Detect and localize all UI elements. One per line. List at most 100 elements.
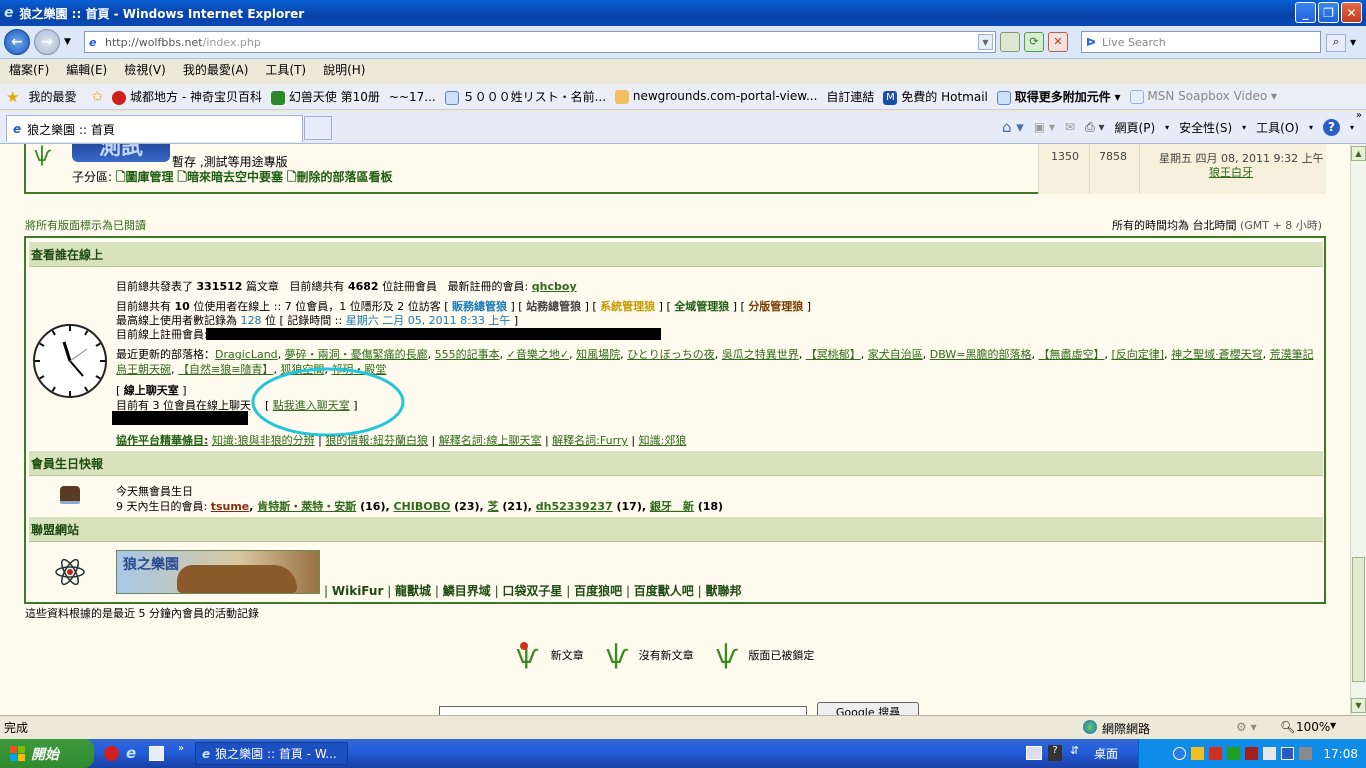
google-search-input[interactable] bbox=[439, 706, 807, 715]
vertical-scrollbar[interactable]: ▲ ▼ bbox=[1350, 144, 1366, 715]
blog-link[interactable]: DragicLand bbox=[215, 348, 278, 361]
group-link[interactable]: 站務總管狼 bbox=[526, 300, 581, 313]
group-link[interactable]: 分版管理狼 bbox=[748, 300, 803, 313]
scroll-down-button[interactable]: ▼ bbox=[1351, 698, 1366, 713]
quicklaunch-more-icon[interactable]: » bbox=[178, 743, 184, 754]
scroll-thumb[interactable] bbox=[1352, 557, 1365, 682]
fav-item-6[interactable]: M 免費的 Hotmail bbox=[883, 88, 988, 105]
tray-more-icon[interactable]: ⇵ bbox=[1070, 744, 1079, 757]
zoom-level[interactable]: 100% bbox=[1296, 720, 1330, 734]
quicklaunch-ie-icon[interactable]: e bbox=[126, 744, 136, 762]
network-icon[interactable] bbox=[1281, 747, 1295, 760]
fav-item-7[interactable]: 取得更多附加元件 ▾ bbox=[996, 88, 1121, 105]
minimize-button[interactable]: _ bbox=[1295, 2, 1316, 23]
blog-link[interactable]: 【冥桃郁】 bbox=[806, 348, 861, 361]
league-site-link[interactable]: 龍獸城 bbox=[395, 584, 431, 598]
menu-tools[interactable]: 工具(T) bbox=[265, 61, 306, 78]
partner-link[interactable]: 狼的情報:紐芬蘭白狼 bbox=[325, 434, 428, 447]
birthday-member-link[interactable]: tsume bbox=[211, 500, 250, 513]
add-favorite-icon[interactable]: ✩ bbox=[91, 89, 103, 105]
partner-link[interactable]: 知識:狼與非狼的分辨 bbox=[212, 434, 315, 447]
search-options-icon[interactable]: ▼ bbox=[1350, 38, 1356, 47]
refresh-icon[interactable]: ⟳ bbox=[1024, 32, 1044, 52]
tray-icon[interactable] bbox=[1227, 747, 1241, 760]
cmd-safety[interactable]: 安全性(S) bbox=[1179, 119, 1232, 136]
address-bar[interactable]: e http://wolfbbs.net/index.php ▼ bbox=[84, 31, 996, 53]
address-dropdown-icon[interactable]: ▼ bbox=[978, 34, 993, 50]
blog-link[interactable]: DBW=黑膽的部落格 bbox=[930, 348, 1032, 361]
blog-link[interactable]: 烏王朝天碗 bbox=[116, 363, 171, 376]
menu-file[interactable]: 檔案(F) bbox=[9, 61, 49, 78]
mark-all-read-link[interactable]: 將所有版面標示為已閱讀 bbox=[25, 217, 146, 233]
stop-icon[interactable]: ✕ bbox=[1048, 32, 1068, 52]
blog-link[interactable]: 知風場院 bbox=[576, 348, 620, 361]
blog-link[interactable]: 荒漠筆記 bbox=[1270, 348, 1314, 361]
subforum-link[interactable]: 🗋暗來暗去空中要塞 bbox=[177, 170, 283, 184]
online-header[interactable]: 查看誰在線上 bbox=[29, 241, 1323, 267]
menu-help[interactable]: 說明(H) bbox=[323, 61, 365, 78]
fav-item-0[interactable]: 城都地方 - 神奇宝贝百科 bbox=[112, 88, 262, 105]
back-button[interactable]: ← bbox=[4, 29, 30, 55]
tray-icon[interactable] bbox=[1245, 747, 1259, 760]
favorites-button[interactable]: 我的最愛 bbox=[28, 88, 76, 105]
favorites-star-icon[interactable]: ★ bbox=[6, 88, 19, 106]
blog-link[interactable]: 家犬自治區 bbox=[868, 348, 923, 361]
language-bar-icon[interactable] bbox=[1026, 746, 1042, 760]
quicklaunch-opera-icon[interactable] bbox=[104, 746, 119, 761]
home-icon[interactable]: ⌂ ▾ bbox=[1002, 118, 1024, 136]
blog-link[interactable]: 夢碎・兩洞・憂傷緊痛的長廊 bbox=[285, 348, 428, 361]
tab-current[interactable]: e 狼之樂園 :: 首頁 bbox=[6, 115, 303, 142]
scroll-up-button[interactable]: ▲ bbox=[1351, 146, 1366, 161]
blog-link[interactable]: 神之聖域‧蒼櫻天穹 bbox=[1171, 348, 1263, 361]
zoom-dropdown-icon[interactable]: ▼ bbox=[1330, 721, 1336, 730]
protected-mode-icon[interactable]: ⚙ ▾ bbox=[1236, 720, 1257, 734]
maximize-button[interactable]: ❐ bbox=[1318, 2, 1339, 23]
fav-item-3[interactable]: ５０００姓リスト・名前... bbox=[444, 88, 606, 105]
menu-edit[interactable]: 編輯(E) bbox=[66, 61, 107, 78]
group-link[interactable]: 全域管理狼 bbox=[674, 300, 729, 313]
birthday-member-link[interactable]: dh52339237 bbox=[536, 500, 613, 513]
wolf-banner-link[interactable]: 狼之樂園 bbox=[116, 550, 320, 594]
fav-item-5[interactable]: 自訂連結 bbox=[826, 88, 874, 105]
birthday-member-link[interactable]: 銀牙＿新 bbox=[650, 500, 694, 513]
volume-icon[interactable] bbox=[1299, 747, 1313, 760]
start-button[interactable]: 開始 bbox=[0, 739, 94, 768]
subforum-link[interactable]: 🗋圖庫管理 bbox=[116, 170, 174, 184]
help-tray-icon[interactable]: ? bbox=[1048, 745, 1062, 761]
blog-link[interactable]: [反向定律] bbox=[1111, 348, 1164, 361]
help-icon[interactable]: ? bbox=[1322, 118, 1340, 136]
taskbar-item-ie[interactable]: e 狼之樂園 :: 首頁 - W... bbox=[195, 742, 348, 765]
zoom-icon[interactable]: 🔍︎ bbox=[1280, 720, 1295, 734]
group-link[interactable]: 系統管理狼 bbox=[600, 300, 655, 313]
last-post-user[interactable]: 狼王白牙 bbox=[1209, 164, 1253, 180]
print-icon[interactable]: ⎙ ▾ bbox=[1085, 120, 1104, 135]
league-site-link[interactable]: 口袋双子星 bbox=[502, 584, 562, 598]
birthday-member-link[interactable]: 芝 bbox=[488, 500, 499, 513]
blog-link[interactable]: 【無盡虛空】 bbox=[1038, 348, 1104, 361]
newest-member-link[interactable]: qhcboy bbox=[532, 280, 577, 293]
league-site-link[interactable]: 獸聯邦 bbox=[705, 584, 741, 598]
blog-link[interactable]: 吳瓜之特異世界 bbox=[722, 348, 799, 361]
blog-link[interactable]: ✓音樂之地✓ bbox=[507, 348, 569, 361]
close-button[interactable]: ✕ bbox=[1341, 2, 1362, 23]
forward-button[interactable]: → bbox=[34, 29, 60, 55]
partner-link[interactable]: 解釋名詞:線上聊天室 bbox=[439, 434, 542, 447]
menu-view[interactable]: 檢視(V) bbox=[124, 61, 166, 78]
cmd-tools[interactable]: 工具(O) bbox=[1256, 119, 1299, 136]
blog-link[interactable]: 555的記事本 bbox=[435, 348, 500, 361]
search-icon[interactable]: ⌕ bbox=[1326, 34, 1346, 52]
mail-icon[interactable]: ✉ bbox=[1065, 120, 1075, 134]
birthday-member-link[interactable]: CHIBOBO bbox=[393, 500, 450, 513]
history-dropdown-icon[interactable]: ▼ bbox=[64, 37, 71, 47]
league-site-link[interactable]: 百度獸人吧 bbox=[634, 584, 694, 598]
fav-item-1[interactable]: 幻兽天使 第10册 bbox=[271, 88, 380, 105]
partner-label[interactable]: 協作平台精華條目: bbox=[116, 434, 208, 447]
tray-icon[interactable] bbox=[1263, 747, 1277, 760]
fav-item-4[interactable]: newgrounds.com-portal-view... bbox=[615, 89, 817, 104]
chevron-more-icon[interactable]: » bbox=[1356, 110, 1362, 121]
partner-link[interactable]: 解釋名詞:Furry bbox=[552, 434, 628, 447]
shield-icon[interactable] bbox=[1191, 747, 1205, 760]
tray-icon[interactable] bbox=[1173, 747, 1187, 760]
quicklaunch-window-icon[interactable] bbox=[149, 746, 164, 761]
fav-item-8[interactable]: MSN Soapbox Video ▾ bbox=[1129, 89, 1277, 104]
